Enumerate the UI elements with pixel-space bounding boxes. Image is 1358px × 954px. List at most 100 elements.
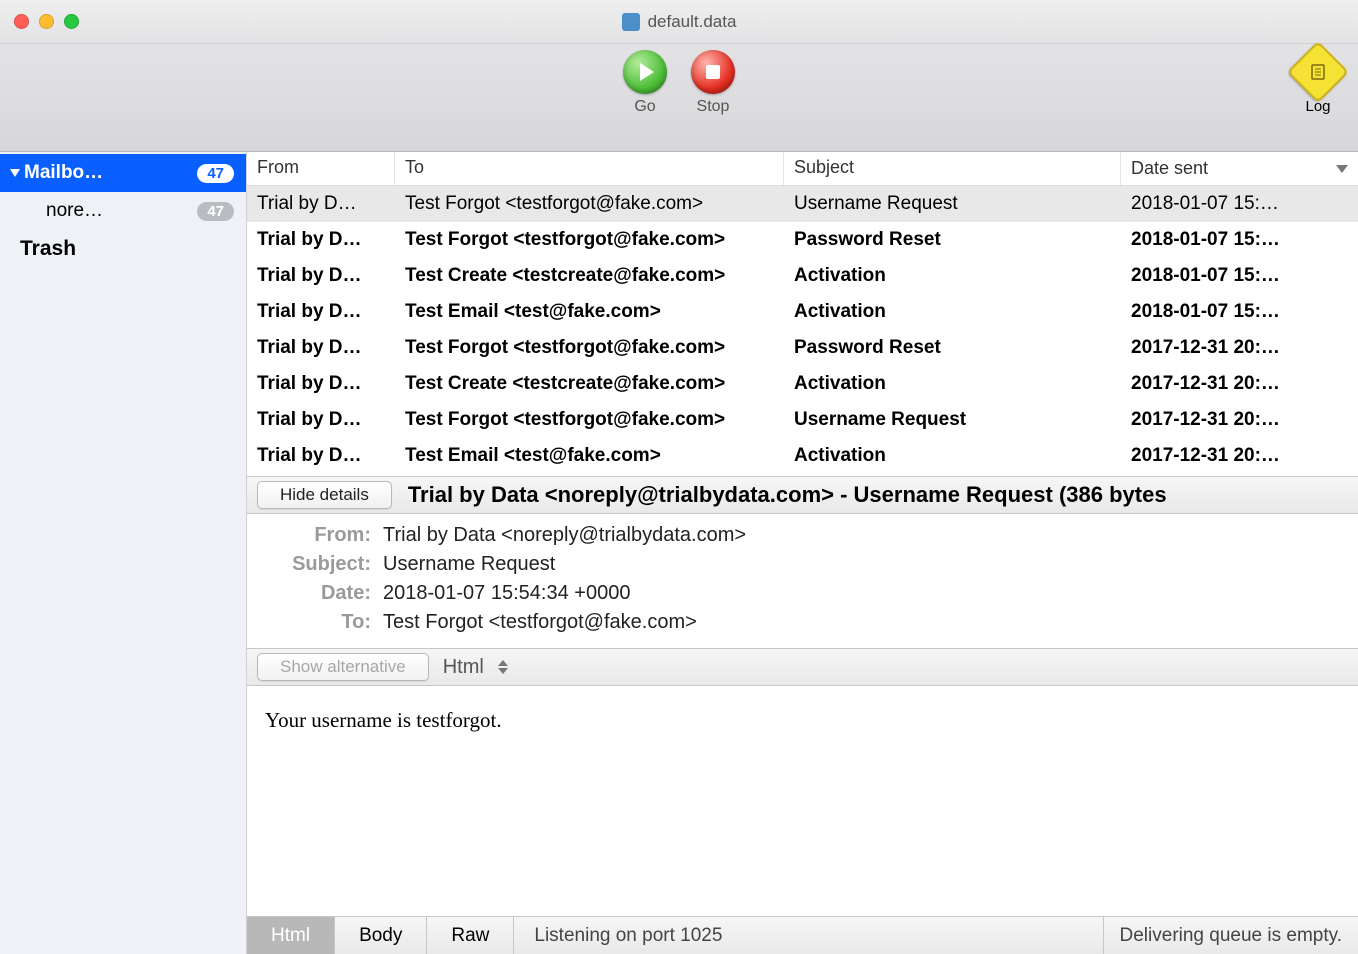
cell-date: 2018-01-07 15:… — [1121, 188, 1358, 220]
go-button[interactable]: Go — [611, 50, 679, 116]
cell-to: Test Create <testcreate@fake.com> — [395, 260, 784, 292]
log-button[interactable]: Log — [1296, 50, 1340, 115]
status-listening: Listening on port 1025 — [514, 917, 1103, 954]
column-header-subject[interactable]: Subject — [784, 152, 1121, 185]
cell-subject: Activation — [784, 368, 1121, 400]
alternative-bar: Show alternative Html — [247, 648, 1358, 686]
table-row[interactable]: Trial by D…Test Create <testcreate@fake.… — [247, 366, 1358, 402]
table-row[interactable]: Trial by D…Test Forgot <testforgot@fake.… — [247, 186, 1358, 222]
chevron-down-icon — [498, 668, 508, 674]
cell-to: Test Forgot <testforgot@fake.com> — [395, 404, 784, 436]
stop-label: Stop — [697, 98, 730, 116]
cell-to: Test Forgot <testforgot@fake.com> — [395, 332, 784, 364]
header-key-date: Date: — [261, 582, 371, 605]
cell-subject: Activation — [784, 440, 1121, 472]
status-queue: Delivering queue is empty. — [1104, 917, 1358, 954]
disclosure-triangle-icon[interactable] — [10, 169, 20, 177]
content-pane: From To Subject Date sent Trial by D…Tes… — [247, 152, 1358, 954]
sidebar-item-label: nore… — [46, 200, 103, 222]
column-header-label: Date sent — [1131, 158, 1208, 179]
chevron-down-icon — [1336, 165, 1348, 173]
cell-from: Trial by D… — [247, 404, 395, 436]
cell-from: Trial by D… — [247, 332, 395, 364]
cell-subject: Activation — [784, 296, 1121, 328]
header-val-subject: Username Request — [383, 553, 1344, 576]
chevron-up-icon — [498, 660, 508, 666]
cell-from: Trial by D… — [247, 188, 395, 220]
main-split: Mailbo… 47 nore… 47 Trash From To Subjec… — [0, 152, 1358, 954]
hide-details-button[interactable]: Hide details — [257, 481, 392, 509]
header-key-to: To: — [261, 611, 371, 634]
count-badge: 47 — [197, 202, 234, 221]
table-row[interactable]: Trial by D…Test Forgot <testforgot@fake.… — [247, 402, 1358, 438]
sidebar-item-label: Trash — [20, 237, 76, 261]
sidebar-item-noreply[interactable]: nore… 47 — [0, 192, 246, 230]
cell-subject: Username Request — [784, 188, 1121, 220]
titlebar: default.data — [0, 0, 1358, 44]
table-row[interactable]: Trial by D…Test Create <testcreate@fake.… — [247, 258, 1358, 294]
sidebar-item-trash[interactable]: Trash — [0, 230, 246, 268]
table-header: From To Subject Date sent — [247, 152, 1358, 186]
cell-date: 2017-12-31 20:… — [1121, 332, 1358, 364]
tab-raw[interactable]: Raw — [427, 917, 514, 954]
header-val-from: Trial by Data <noreply@trialbydata.com> — [383, 524, 1344, 547]
window-title: default.data — [648, 12, 737, 32]
stop-button[interactable]: Stop — [679, 50, 747, 116]
table-row[interactable]: Trial by D…Test Forgot <testforgot@fake.… — [247, 222, 1358, 258]
go-label: Go — [634, 98, 655, 116]
detail-bar: Hide details Trial by Data <noreply@tria… — [247, 476, 1358, 514]
view-mode-label: Html — [443, 656, 484, 679]
header-key-subject: Subject: — [261, 553, 371, 576]
column-header-date[interactable]: Date sent — [1121, 152, 1358, 185]
sidebar-item-mailboxes[interactable]: Mailbo… 47 — [0, 154, 246, 192]
cell-subject: Activation — [784, 260, 1121, 292]
stop-icon — [691, 50, 735, 94]
cell-to: Test Forgot <testforgot@fake.com> — [395, 224, 784, 256]
table-row[interactable]: Trial by D…Test Forgot <testforgot@fake.… — [247, 330, 1358, 366]
cell-date: 2018-01-07 15:… — [1121, 260, 1358, 292]
close-window-button[interactable] — [14, 14, 29, 29]
cell-to: Test Forgot <testforgot@fake.com> — [395, 188, 784, 220]
cell-from: Trial by D… — [247, 296, 395, 328]
cell-date: 2017-12-31 20:… — [1121, 404, 1358, 436]
message-headers: From: Trial by Data <noreply@trialbydata… — [247, 514, 1358, 648]
column-header-to[interactable]: To — [395, 152, 784, 185]
count-badge: 47 — [197, 164, 234, 183]
cell-to: Test Email <test@fake.com> — [395, 440, 784, 472]
tab-html[interactable]: Html — [247, 917, 335, 954]
message-summary: Trial by Data <noreply@trialbydata.com> … — [408, 482, 1167, 508]
cell-date: 2018-01-07 15:… — [1121, 296, 1358, 328]
show-alternative-button[interactable]: Show alternative — [257, 653, 429, 681]
header-val-date: 2018-01-07 15:54:34 +0000 — [383, 582, 1344, 605]
sidebar: Mailbo… 47 nore… 47 Trash — [0, 152, 247, 954]
message-body: Your username is testforgot. — [247, 686, 1358, 916]
cell-from: Trial by D… — [247, 260, 395, 292]
cell-from: Trial by D… — [247, 440, 395, 472]
header-key-from: From: — [261, 524, 371, 547]
toolbar: Go Stop Log — [0, 44, 1358, 152]
cell-subject: Password Reset — [784, 332, 1121, 364]
zoom-window-button[interactable] — [64, 14, 79, 29]
cell-date: 2017-12-31 20:… — [1121, 440, 1358, 472]
view-mode-stepper[interactable] — [498, 660, 508, 674]
window-controls — [14, 14, 79, 29]
view-tabs: Html Body Raw — [247, 917, 514, 954]
cell-from: Trial by D… — [247, 368, 395, 400]
cell-date: 2018-01-07 15:… — [1121, 224, 1358, 256]
cell-date: 2017-12-31 20:… — [1121, 368, 1358, 400]
cell-to: Test Email <test@fake.com> — [395, 296, 784, 328]
log-icon — [1287, 41, 1349, 103]
tab-body[interactable]: Body — [335, 917, 427, 954]
cell-from: Trial by D… — [247, 224, 395, 256]
play-icon — [623, 50, 667, 94]
minimize-window-button[interactable] — [39, 14, 54, 29]
document-icon — [622, 13, 640, 31]
table-row[interactable]: Trial by D…Test Email <test@fake.com>Act… — [247, 294, 1358, 330]
cell-subject: Username Request — [784, 404, 1121, 436]
header-val-to: Test Forgot <testforgot@fake.com> — [383, 611, 1344, 634]
cell-subject: Password Reset — [784, 224, 1121, 256]
table-row[interactable]: Trial by D…Test Email <test@fake.com>Act… — [247, 438, 1358, 474]
cell-to: Test Create <testcreate@fake.com> — [395, 368, 784, 400]
column-header-from[interactable]: From — [247, 152, 395, 185]
message-list: Trial by D…Test Forgot <testforgot@fake.… — [247, 186, 1358, 476]
